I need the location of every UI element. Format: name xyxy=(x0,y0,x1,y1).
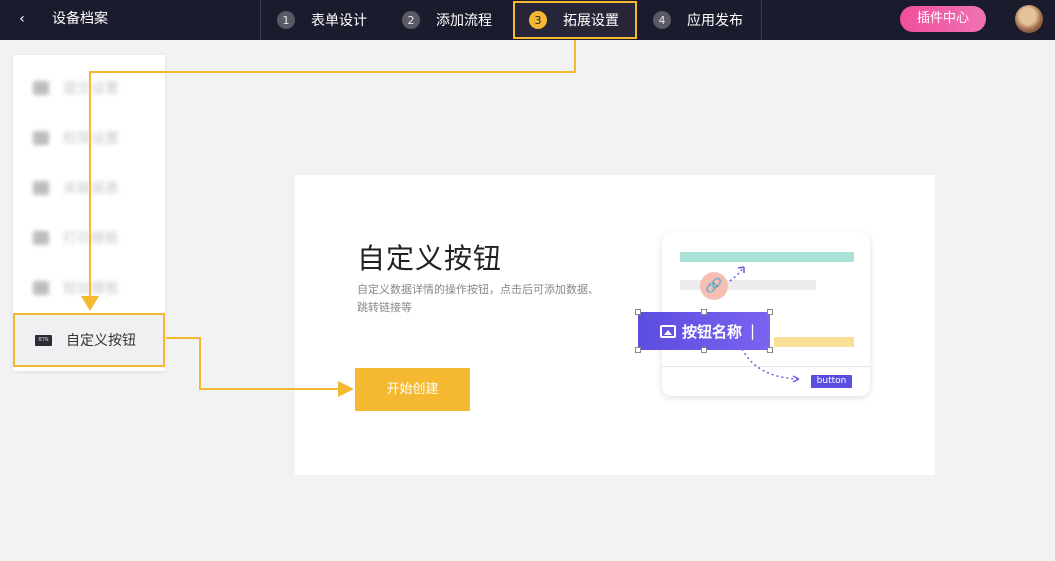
step-number: 1 xyxy=(277,11,295,29)
sidebar-item-permission-settings[interactable]: 权限设置 xyxy=(13,113,165,163)
preview-button-label: 按钮名称 xyxy=(682,322,743,341)
sidebar-item-label: 自定义按钮 xyxy=(66,333,136,349)
step-label: 添加流程 xyxy=(436,13,492,29)
step-form-design[interactable]: 1 表单设计 xyxy=(277,0,367,40)
top-bar: ‹ 设备档案 1 表单设计 2 添加流程 3 拓展设置 4 应用发布 插件中心 xyxy=(0,0,1055,40)
resize-handle xyxy=(701,347,707,353)
sidebar-item-label: 关联报表 xyxy=(63,181,119,197)
resize-handle xyxy=(701,309,707,315)
sidebar-item-linked-reports[interactable]: 关联报表 xyxy=(13,163,165,213)
step-number: 3 xyxy=(529,11,547,29)
report-icon xyxy=(33,181,49,195)
image-icon xyxy=(660,324,676,338)
resize-handle xyxy=(767,309,773,315)
settings-sidebar: 提交设置 权限设置 关联报表 打印模板 短信模板 BTN 自定义按钮 xyxy=(13,55,165,371)
step-label: 拓展设置 xyxy=(563,13,619,29)
sidebar-item-print-template[interactable]: 打印模板 xyxy=(13,213,165,263)
step-nav: 1 表单设计 2 添加流程 3 拓展设置 4 应用发布 xyxy=(260,0,762,40)
back-icon[interactable]: ‹ xyxy=(12,8,32,30)
resize-handle xyxy=(767,347,773,353)
sidebar-item-sms-template[interactable]: 短信模板 xyxy=(13,263,165,313)
step-add-process[interactable]: 2 添加流程 xyxy=(402,0,492,40)
button-tag: button xyxy=(811,375,852,388)
sidebar-item-label: 权限设置 xyxy=(63,131,119,147)
sidebar-item-label: 短信模板 xyxy=(63,281,119,297)
step-number: 4 xyxy=(653,11,671,29)
sidebar-item-label: 打印模板 xyxy=(63,231,119,247)
user-icon xyxy=(33,131,49,145)
step-extension-settings[interactable]: 3 拓展设置 xyxy=(513,1,637,39)
custom-button-intro-card: 自定义按钮 自定义数据详情的操作按钮，点击后可添加数据、跳转链接等 开始创建 🔗… xyxy=(295,175,935,475)
btn-icon: BTN xyxy=(35,334,52,346)
link-icon: 🔗 xyxy=(700,272,728,300)
send-icon xyxy=(33,81,49,95)
custom-button-illustration: 🔗 按钮名称 | button xyxy=(632,231,882,407)
text-cursor: | xyxy=(750,322,756,340)
step-app-publish[interactable]: 4 应用发布 xyxy=(653,0,743,40)
card-title: 自定义按钮 xyxy=(357,242,503,275)
sidebar-item-custom-button[interactable]: BTN 自定义按钮 xyxy=(13,313,165,367)
resize-handle xyxy=(635,347,641,353)
card-description: 自定义数据详情的操作按钮，点击后可添加数据、跳转链接等 xyxy=(357,283,599,314)
avatar[interactable] xyxy=(1015,5,1043,33)
step-label: 表单设计 xyxy=(311,13,367,29)
start-create-button[interactable]: 开始创建 xyxy=(355,368,470,411)
app-title: 设备档案 xyxy=(52,11,108,27)
plugin-center-button[interactable]: 插件中心 xyxy=(900,6,986,32)
preview-custom-button: 按钮名称 | xyxy=(638,312,770,350)
sidebar-item-submit-settings[interactable]: 提交设置 xyxy=(13,63,165,113)
step-number: 2 xyxy=(402,11,420,29)
message-icon xyxy=(33,281,49,295)
sidebar-item-label: 提交设置 xyxy=(63,81,119,97)
printer-icon xyxy=(33,231,49,245)
step-label: 应用发布 xyxy=(687,13,743,29)
resize-handle xyxy=(635,309,641,315)
